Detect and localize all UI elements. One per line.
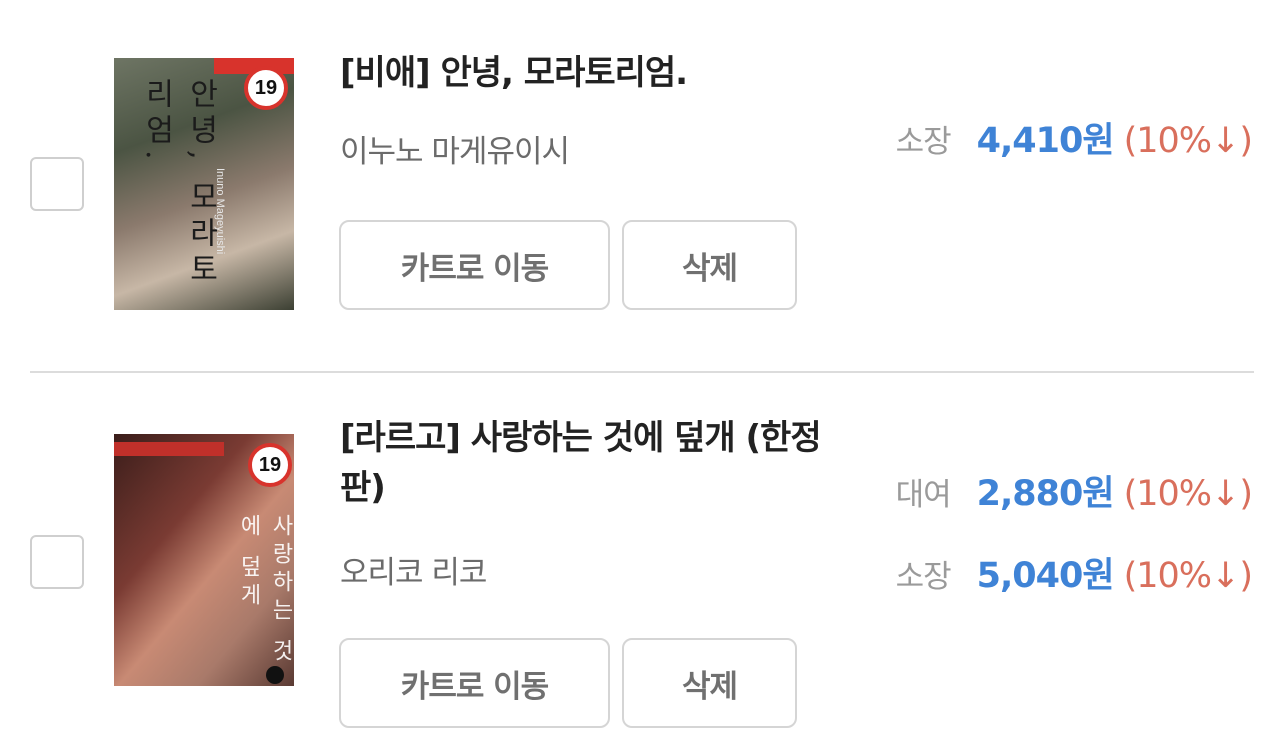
cover-banner (114, 442, 224, 456)
select-checkbox[interactable] (30, 535, 84, 589)
book-title[interactable]: [비애] 안녕, 모라토리엄. (340, 48, 860, 98)
move-to-cart-button[interactable]: 카트로 이동 (339, 638, 610, 728)
age-19-badge-icon: 19 (244, 66, 288, 110)
discount-rate: (10%↓) (1123, 556, 1253, 596)
price-row-own: 소장 4,410원 (10%↓) (895, 112, 1253, 163)
publisher-logo-icon (266, 666, 284, 684)
select-checkbox[interactable] (30, 157, 84, 211)
discount-rate: (10%↓) (1123, 121, 1253, 161)
move-to-cart-button[interactable]: 카트로 이동 (339, 220, 610, 310)
price-type: 대여 (895, 477, 952, 513)
price-type: 소장 (895, 124, 952, 160)
price-amount: 5,040원 (976, 556, 1115, 596)
cover-title: 사랑하는 것에 덮게 (236, 514, 293, 667)
discount-rate: (10%↓) (1123, 474, 1253, 514)
wishlist-item: 19 안녕, 모라토리엄. Inuno Mageyuishi [비애] 안녕, … (0, 0, 1284, 372)
book-title[interactable]: [라르고] 사랑하는 것에 덮개 (한정판) (340, 413, 860, 513)
wishlist-item: 19 사랑하는 것에 덮게 [라르고] 사랑하는 것에 덮개 (한정판) 오리코… (0, 373, 1284, 749)
price-amount: 4,410원 (976, 121, 1115, 161)
price-row-rent: 대여 2,880원 (10%↓) (895, 465, 1253, 516)
price-row-own: 소장 5,040원 (10%↓) (895, 547, 1253, 598)
cover-author: Inuno Mageyuishi (214, 168, 226, 255)
cover-title: 안녕, 모라토리엄. (139, 78, 218, 290)
book-cover[interactable]: 19 사랑하는 것에 덮게 (114, 434, 294, 686)
book-author[interactable]: 오리코 리코 (340, 547, 487, 592)
price-type: 소장 (895, 559, 952, 595)
delete-button[interactable]: 삭제 (622, 638, 797, 728)
book-cover[interactable]: 19 안녕, 모라토리엄. Inuno Mageyuishi (114, 58, 294, 310)
price-amount: 2,880원 (976, 474, 1115, 514)
delete-button[interactable]: 삭제 (622, 220, 797, 310)
book-author[interactable]: 이누노 마게유이시 (340, 126, 570, 171)
age-19-badge-icon: 19 (248, 443, 292, 487)
